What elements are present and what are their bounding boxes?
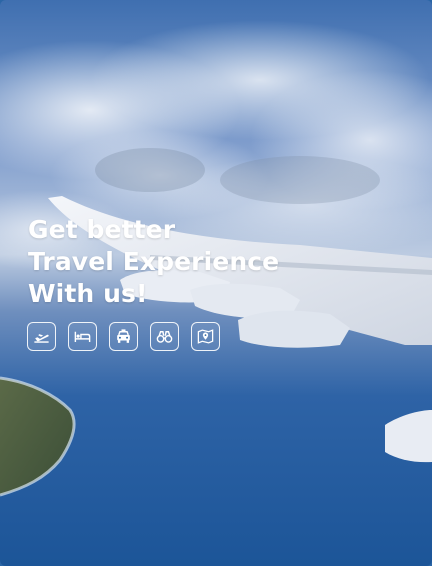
maps-button[interactable] [191,322,220,351]
headline-line-2: Travel Experience [28,247,280,276]
taxi-button[interactable] [109,322,138,351]
airplane-departure-icon [34,334,49,343]
headline: Get better Travel Experience With us! [28,214,279,310]
service-icons [27,322,220,351]
headline-line-1: Get better [28,215,176,244]
map-pin-icon [197,329,214,344]
sightseeing-button[interactable] [150,322,179,351]
taxi-icon [117,329,130,343]
bed-icon [74,331,91,343]
hotels-button[interactable] [68,322,97,351]
headline-line-3: With us! [28,279,148,308]
binoculars-icon [156,331,173,343]
hero-card: Get better Travel Experience With us! [0,0,432,566]
flights-button[interactable] [27,322,56,351]
